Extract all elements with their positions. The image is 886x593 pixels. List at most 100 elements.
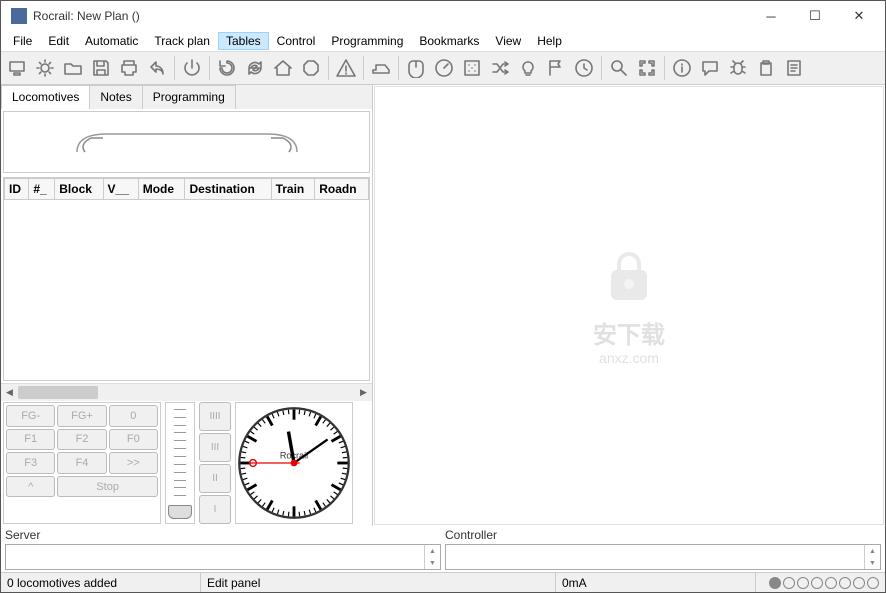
caret-button[interactable]: ^ xyxy=(6,476,55,498)
sync-icon[interactable] xyxy=(241,54,269,82)
mouse-icon[interactable] xyxy=(402,54,430,82)
menu-tables[interactable]: Tables xyxy=(218,32,269,50)
close-button[interactable]: ✕ xyxy=(837,1,881,31)
home-icon[interactable] xyxy=(269,54,297,82)
status-dot xyxy=(839,577,851,589)
fg-minus-button[interactable]: FG- xyxy=(6,405,55,427)
scroll-left-icon[interactable]: ◀ xyxy=(1,384,18,401)
scroll-thumb[interactable] xyxy=(18,386,98,399)
save-icon[interactable] xyxy=(87,54,115,82)
flag-icon[interactable] xyxy=(542,54,570,82)
gauge-icon[interactable] xyxy=(430,54,458,82)
dir-iiii-button[interactable]: IIII xyxy=(199,402,231,431)
menu-bookmarks[interactable]: Bookmarks xyxy=(411,32,487,50)
fit-icon[interactable] xyxy=(633,54,661,82)
col-mode[interactable]: Mode xyxy=(138,179,185,200)
status-current: 0mA xyxy=(556,573,756,592)
forward-button[interactable]: >> xyxy=(109,452,158,474)
clock-icon[interactable] xyxy=(570,54,598,82)
undo-icon[interactable] xyxy=(143,54,171,82)
dir-ii-button[interactable]: II xyxy=(199,464,231,493)
status-dot xyxy=(797,577,809,589)
menu-programming[interactable]: Programming xyxy=(323,32,411,50)
col-roadn[interactable]: Roadn xyxy=(315,179,369,200)
up-arrow-icon[interactable]: ▲ xyxy=(424,545,440,557)
down-arrow-icon[interactable]: ▼ xyxy=(424,557,440,569)
scroll-track[interactable] xyxy=(18,384,355,401)
plan-canvas[interactable]: 安下载 anxz.com xyxy=(374,86,884,525)
shuffle-icon[interactable] xyxy=(486,54,514,82)
chat-icon[interactable] xyxy=(696,54,724,82)
restart-icon[interactable] xyxy=(213,54,241,82)
watermark-sub: anxz.com xyxy=(593,350,665,366)
menu-automatic[interactable]: Automatic xyxy=(77,32,146,50)
print-icon[interactable] xyxy=(115,54,143,82)
dice-icon[interactable] xyxy=(458,54,486,82)
f4-button[interactable]: F4 xyxy=(57,452,106,474)
app-icon xyxy=(11,8,27,24)
gears-icon[interactable] xyxy=(31,54,59,82)
titlebar: Rocrail: New Plan () ─ ☐ ✕ xyxy=(1,1,885,31)
monitor-icon[interactable] xyxy=(3,54,31,82)
down-arrow-icon[interactable]: ▼ xyxy=(864,557,880,569)
maximize-button[interactable]: ☐ xyxy=(793,1,837,31)
menu-edit[interactable]: Edit xyxy=(40,32,77,50)
watermark-text: 安下载 xyxy=(593,315,665,350)
col-[interactable]: #_ xyxy=(29,179,55,200)
info-icon[interactable] xyxy=(668,54,696,82)
toolbar xyxy=(1,51,885,85)
f3-button[interactable]: F3 xyxy=(6,452,55,474)
menu-help[interactable]: Help xyxy=(529,32,570,50)
fg-plus-button[interactable]: FG+ xyxy=(57,405,106,427)
f2-button[interactable]: F2 xyxy=(57,429,106,451)
stop-button[interactable]: Stop xyxy=(57,476,158,498)
horizontal-scrollbar[interactable]: ◀ ▶ xyxy=(1,383,372,400)
notes-icon[interactable] xyxy=(780,54,808,82)
server-label: Server xyxy=(5,528,441,544)
up-arrow-icon[interactable]: ▲ xyxy=(864,545,880,557)
menu-view[interactable]: View xyxy=(487,32,529,50)
menu-track-plan[interactable]: Track plan xyxy=(146,32,218,50)
throttle-handle[interactable] xyxy=(168,505,192,519)
throttle-slider[interactable] xyxy=(165,402,195,524)
server-box[interactable]: ▲▼ xyxy=(5,544,441,570)
tab-notes[interactable]: Notes xyxy=(89,85,142,109)
zoom-icon[interactable] xyxy=(605,54,633,82)
col-train[interactable]: Train xyxy=(271,179,315,200)
col-id[interactable]: ID xyxy=(5,179,29,200)
warning-icon[interactable] xyxy=(332,54,360,82)
open-icon[interactable] xyxy=(59,54,87,82)
minimize-button[interactable]: ─ xyxy=(749,1,793,31)
status-dot xyxy=(867,577,879,589)
direction-column: IIIIIIIIII xyxy=(199,402,231,524)
status-dot xyxy=(853,577,865,589)
locomotive-icon[interactable] xyxy=(367,54,395,82)
power-icon[interactable] xyxy=(178,54,206,82)
function-grid: FG- FG+ 0 F1 F2 F0 F3 F4 >> ^ Stop xyxy=(3,402,161,524)
scroll-right-icon[interactable]: ▶ xyxy=(355,384,372,401)
menubar: FileEditAutomaticTrack planTablesControl… xyxy=(1,31,885,51)
left-panel: LocomotivesNotesProgramming ID#_BlockV__… xyxy=(1,85,373,526)
status-dot xyxy=(825,577,837,589)
menu-control[interactable]: Control xyxy=(269,32,324,50)
zero-button[interactable]: 0 xyxy=(109,405,158,427)
server-panel: Server ▲▼ xyxy=(5,528,441,570)
col-block[interactable]: Block xyxy=(55,179,103,200)
f1-button[interactable]: F1 xyxy=(6,429,55,451)
status-dot xyxy=(811,577,823,589)
bug-icon[interactable] xyxy=(724,54,752,82)
dir-i-button[interactable]: I xyxy=(199,495,231,524)
light-icon[interactable] xyxy=(514,54,542,82)
f0-button[interactable]: F0 xyxy=(109,429,158,451)
tab-locomotives[interactable]: Locomotives xyxy=(1,85,90,109)
tab-programming[interactable]: Programming xyxy=(142,85,236,109)
menu-file[interactable]: File xyxy=(5,32,40,50)
col-v[interactable]: V__ xyxy=(103,179,138,200)
locomotive-table[interactable]: ID#_BlockV__ModeDestinationTrainRoadn xyxy=(3,177,370,381)
controller-box[interactable]: ▲▼ xyxy=(445,544,881,570)
status-panels: Server ▲▼ Controller ▲▼ xyxy=(1,526,885,572)
clipboard-icon[interactable] xyxy=(752,54,780,82)
dir-iii-button[interactable]: III xyxy=(199,433,231,462)
col-destination[interactable]: Destination xyxy=(185,179,271,200)
stop-icon[interactable] xyxy=(297,54,325,82)
